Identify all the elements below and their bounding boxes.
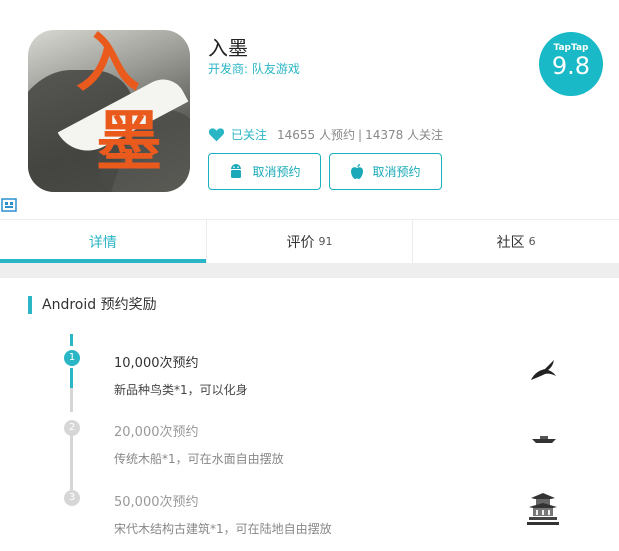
reward-threshold: 50,000次预约 — [114, 495, 199, 510]
tab-community[interactable]: 社区 6 — [413, 220, 619, 263]
heart-icon[interactable] — [208, 127, 225, 142]
developer-link[interactable]: 开发商: 队友游戏 — [208, 60, 300, 77]
step-marker-3: 3 — [64, 490, 80, 506]
reward-item: 10,000次预约 新品种鸟类*1，可以化身 — [114, 352, 248, 398]
wooden-boat-icon — [532, 436, 556, 443]
tab-community-label: 社区 — [496, 234, 525, 251]
app-icon[interactable]: 入 墨 — [28, 30, 190, 192]
ios-cancel-label: 取消预约 — [372, 165, 421, 179]
tab-community-count: 6 — [528, 235, 536, 248]
step-marker-2: 2 — [64, 420, 80, 436]
reward-threshold: 20,000次预约 — [114, 425, 199, 440]
android-cancel-reservation-button[interactable]: 取消预约 — [208, 153, 321, 190]
reservation-count: 14655 人预约 — [277, 128, 356, 142]
reward-threshold: 10,000次预约 — [114, 356, 199, 371]
tab-reviews-label: 评价 — [286, 234, 315, 251]
reward-item: 50,000次预约 宋代木结构古建筑*1，可在陆地自由摆放 — [114, 491, 332, 537]
tab-details-label: 详情 — [88, 234, 117, 251]
followed-status[interactable]: 已关注 — [231, 126, 267, 143]
rating-score: 9.8 — [551, 52, 591, 80]
tab-reviews[interactable]: 评价 91 — [207, 220, 414, 263]
platform-badge-icon — [1, 198, 17, 212]
ancient-building-icon — [527, 493, 559, 525]
app-header-card: 入 墨 入墨 开发商: 队友游戏 TapTap 9.8 已关注 14655 人预… — [0, 0, 619, 263]
app-stats: 已关注 14655 人预约 | 14378 人关注 — [208, 126, 443, 143]
reward-item: 20,000次预约 传统木船*1，可在水面自由摆放 — [114, 421, 284, 467]
stats-separator: | — [358, 127, 363, 142]
apple-icon — [351, 164, 364, 179]
android-rewards-section: Android 预约奖励 1 2 3 10,000次预约 新品种鸟类*1，可以化… — [0, 278, 619, 551]
step-marker-1: 1 — [64, 350, 80, 366]
tab-details[interactable]: 详情 — [0, 220, 207, 263]
android-cancel-label: 取消预约 — [252, 165, 301, 179]
follower-count: 14378 人关注 — [365, 128, 444, 142]
swallow-bird-icon — [531, 360, 556, 380]
app-icon-glyph-bottom: 墨 — [96, 102, 162, 180]
rating-badge: TapTap 9.8 — [539, 32, 603, 96]
section-title: Android 预约奖励 — [28, 296, 157, 314]
tab-reviews-count: 91 — [318, 235, 333, 248]
app-icon-glyph-top: 入 — [76, 30, 140, 101]
android-icon — [231, 164, 242, 178]
reward-description: 宋代木结构古建筑*1，可在陆地自由摆放 — [114, 522, 332, 536]
reward-description: 新品种鸟类*1，可以化身 — [114, 383, 248, 397]
reward-description: 传统木船*1，可在水面自由摆放 — [114, 452, 284, 466]
tab-bar: 详情 评价 91 社区 6 — [0, 219, 619, 263]
ios-cancel-reservation-button[interactable]: 取消预约 — [329, 153, 442, 190]
app-title: 入墨 — [208, 36, 248, 60]
